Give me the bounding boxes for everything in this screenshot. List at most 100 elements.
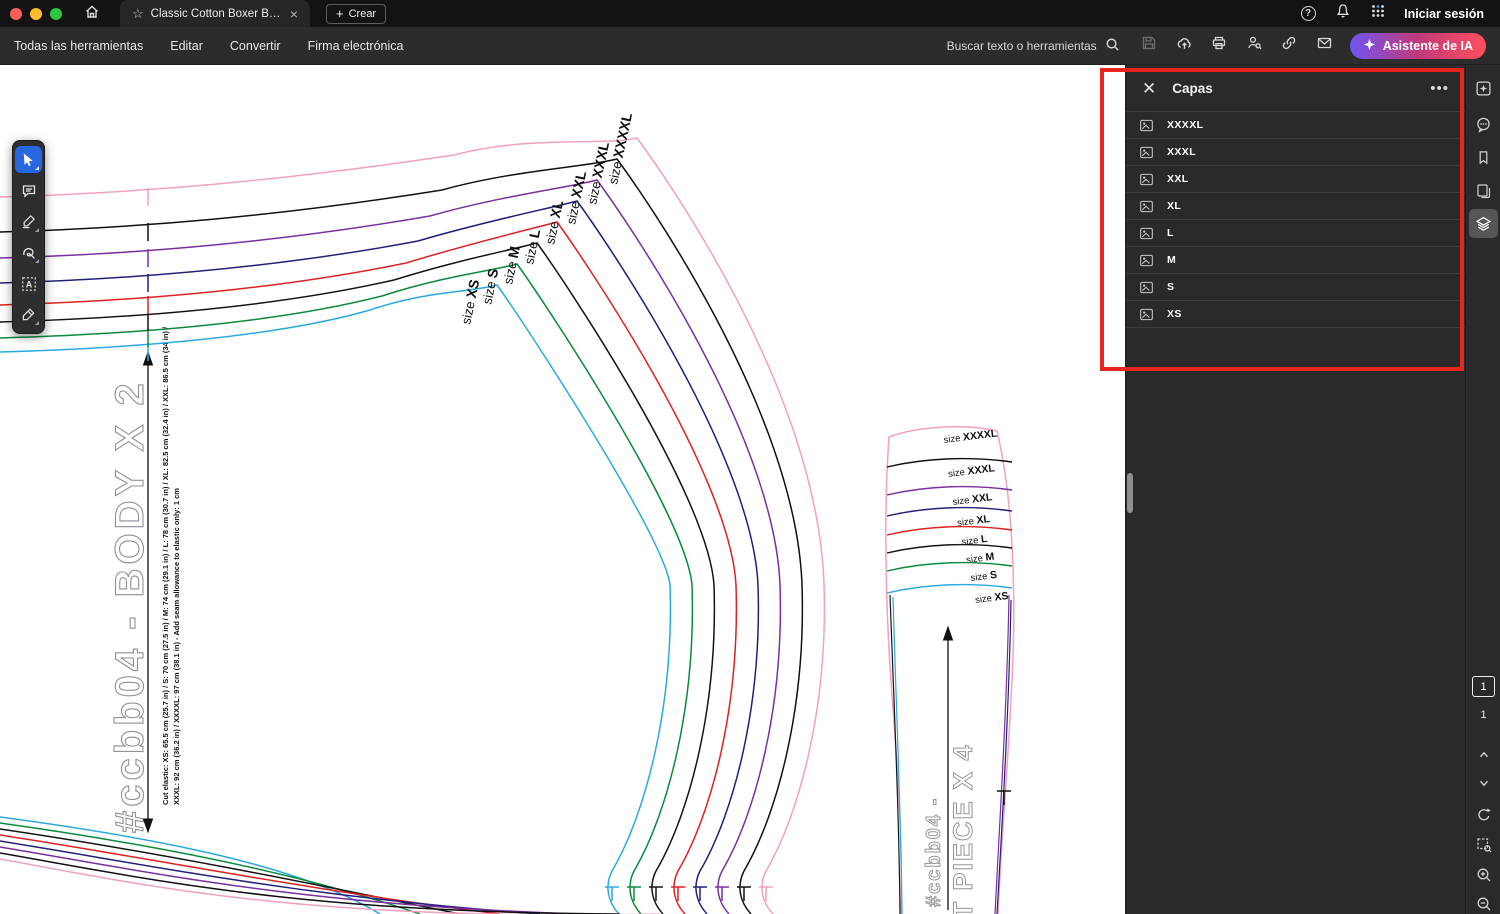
svg-text:A: A (25, 279, 32, 289)
layer-row[interactable]: XXXXL (1126, 112, 1465, 139)
elastic-note-line2: XXXL: 92 cm (36.2 in) / XXXXL: 97 cm (38… (172, 488, 181, 805)
layer-row[interactable]: L (1126, 220, 1465, 247)
add-comment-tool[interactable] (15, 177, 42, 204)
search-tools-button[interactable]: Buscar texto o herramientas (947, 37, 1120, 55)
upload-cloud-button[interactable] (1167, 32, 1202, 60)
layer-thumbnail-icon[interactable] (1139, 199, 1154, 214)
save-icon (1141, 35, 1157, 56)
app-switcher-button[interactable] (1369, 5, 1387, 23)
size-label: size S (478, 267, 501, 306)
menu-items: Todas las herramientas Editar Convertir … (0, 39, 403, 53)
tool-flyout-indicator (35, 321, 39, 325)
layer-label: S (1167, 281, 1175, 293)
search-icon (1105, 37, 1120, 55)
page-total-label: 1 (1480, 709, 1487, 721)
save-button[interactable] (1132, 32, 1167, 60)
seam-line (996, 599, 1012, 914)
draw-tool[interactable] (15, 239, 42, 266)
sign-in-button[interactable]: Iniciar sesión (1404, 7, 1484, 21)
menubar-right: Buscar texto o herramientas Asistente de… (947, 32, 1500, 60)
create-button-label: Crear (348, 7, 377, 20)
notifications-button[interactable] (1334, 4, 1352, 23)
close-window-button[interactable] (10, 7, 22, 20)
layer-thumbnail-icon[interactable] (1139, 172, 1154, 187)
menu-convert[interactable]: Convertir (230, 39, 281, 53)
search-tools-label: Buscar texto o herramientas (946, 38, 1097, 53)
comments-panel-button[interactable] (1469, 110, 1498, 139)
maximize-window-button[interactable] (50, 7, 62, 20)
previous-page-button[interactable] (1469, 740, 1498, 769)
select-tool[interactable] (15, 146, 42, 173)
minimize-window-button[interactable] (30, 7, 42, 20)
fill-sign-tool[interactable] (15, 301, 42, 328)
layer-thumbnail-icon[interactable] (1139, 145, 1154, 160)
ai-assistant-label: Asistente de IA (1382, 38, 1473, 53)
front-piece-code-label: #ccbb04 - (923, 797, 945, 907)
layer-thumbnail-icon[interactable] (1139, 253, 1154, 268)
tool-flyout-indicator (35, 228, 39, 232)
pattern-curve (0, 263, 694, 914)
text-select-tool[interactable]: A (15, 270, 42, 297)
document-tab[interactable]: ☆ Classic Cotton Boxer Br... × (120, 0, 310, 27)
document-canvas[interactable]: #ccbb04 - BODY X 2 Cut elastic: XS: 65.5… (0, 65, 1125, 914)
tool-flyout-indicator (35, 166, 39, 170)
front-piece-size-curve (886, 506, 1013, 517)
pattern-curve (0, 834, 501, 914)
layers-panel-button[interactable] (1469, 209, 1498, 238)
zoom-in-button[interactable] (1469, 860, 1498, 889)
page-number-input[interactable]: 1 (1472, 676, 1495, 697)
ai-assistant-panel-button[interactable] (1469, 74, 1498, 103)
menu-edit[interactable]: Editar (170, 39, 203, 53)
layer-row[interactable]: M (1126, 247, 1465, 274)
next-page-button[interactable] (1469, 768, 1498, 797)
layer-thumbnail-icon[interactable] (1139, 118, 1154, 133)
layer-label: XS (1167, 308, 1182, 320)
rotate-page-button[interactable] (1469, 800, 1498, 829)
plus-icon: + (336, 6, 344, 21)
layer-thumbnail-icon[interactable] (1139, 307, 1154, 322)
sewing-pattern-page: #ccbb04 - BODY X 2 Cut elastic: XS: 65.5… (0, 111, 1015, 914)
bookmarks-panel-button[interactable] (1469, 143, 1498, 172)
create-button[interactable]: + Crear (326, 3, 387, 24)
layer-thumbnail-icon[interactable] (1139, 226, 1154, 241)
page-thumbnails-panel-button[interactable] (1469, 176, 1498, 205)
layers-panel-header: ✕ Capas ••• (1126, 65, 1465, 111)
front-size-label: size XXL (952, 491, 994, 508)
vertical-scrollbar-thumb[interactable] (1127, 473, 1133, 513)
panel-options-icon[interactable]: ••• (1430, 80, 1449, 97)
layers-panel: ✕ Capas ••• XXXXL XXXL XXL XL L M S XS (1125, 65, 1465, 914)
layer-row[interactable]: XXXL (1126, 139, 1465, 166)
zoom-out-button[interactable] (1469, 889, 1498, 914)
email-button[interactable] (1307, 32, 1342, 60)
help-button[interactable]: ? (1299, 5, 1317, 23)
help-icon: ? (1300, 6, 1316, 21)
highlight-tool[interactable] (15, 208, 42, 235)
print-button[interactable] (1202, 32, 1237, 60)
tab-close-icon[interactable]: × (288, 7, 298, 21)
layer-row[interactable]: XXL (1126, 166, 1465, 193)
home-icon (84, 4, 100, 23)
menu-esign[interactable]: Firma electrónica (308, 39, 404, 53)
home-button[interactable] (74, 0, 110, 27)
layer-row[interactable]: XL (1126, 193, 1465, 220)
front-piece-size-curve (886, 525, 1013, 536)
front-size-label: size XXXL (947, 462, 996, 480)
quick-tools-palette: A (12, 140, 45, 334)
close-panel-icon[interactable]: ✕ (1142, 80, 1156, 97)
envelope-icon (1316, 35, 1333, 56)
layer-label: XXXL (1167, 146, 1197, 158)
request-signature-button[interactable] (1237, 32, 1272, 60)
layer-label: XXXXL (1167, 119, 1204, 131)
menu-all-tools[interactable]: Todas las herramientas (14, 39, 143, 53)
layer-row[interactable]: S (1126, 274, 1465, 301)
favorite-star-icon[interactable]: ☆ (132, 7, 144, 20)
person-icon (1246, 35, 1262, 56)
marquee-zoom-button[interactable] (1469, 830, 1498, 859)
ai-assistant-button[interactable]: Asistente de IA (1349, 32, 1486, 59)
layer-row[interactable]: XS (1126, 301, 1465, 328)
seam-line (892, 596, 903, 914)
layer-thumbnail-icon[interactable] (1139, 280, 1154, 295)
layer-label: M (1167, 254, 1177, 266)
cloud-upload-icon (1176, 35, 1193, 57)
share-link-button[interactable] (1272, 32, 1307, 60)
